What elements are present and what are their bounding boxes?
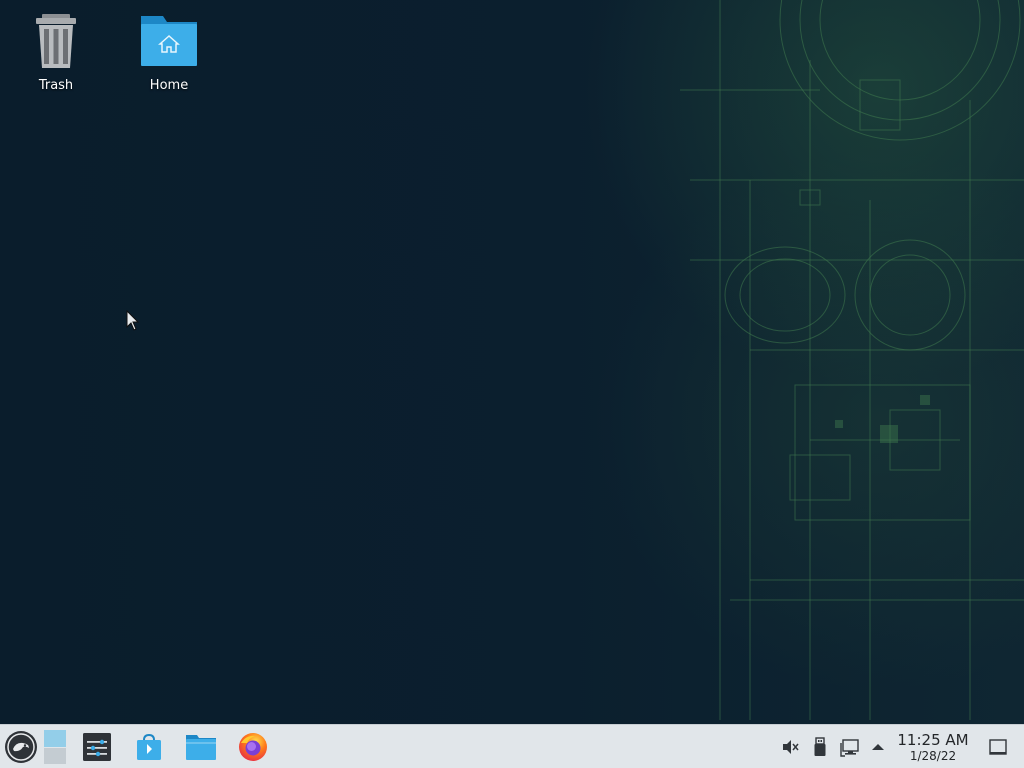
usb-device-icon[interactable] bbox=[810, 737, 830, 757]
wallpaper-blueprint-art bbox=[680, 0, 1024, 720]
firefox-icon bbox=[239, 733, 267, 761]
task-dolphin[interactable] bbox=[180, 725, 222, 768]
system-settings-icon bbox=[83, 733, 111, 761]
discover-store-icon bbox=[137, 733, 161, 760]
application-launcher-button[interactable] bbox=[2, 725, 40, 768]
taskbar-panel: 11:25 AM 1/28/22 bbox=[0, 724, 1024, 768]
task-firefox[interactable] bbox=[232, 725, 274, 768]
tray-expand-arrow-icon[interactable] bbox=[868, 737, 888, 757]
desktop-icon-trash[interactable]: Trash bbox=[6, 12, 106, 93]
desktop-icon-label: Home bbox=[149, 78, 189, 93]
desktop-icon-label: Trash bbox=[38, 78, 74, 93]
dolphin-file-manager-icon bbox=[186, 735, 216, 760]
mouse-pointer-icon bbox=[126, 310, 140, 331]
volume-muted-icon[interactable] bbox=[780, 737, 800, 757]
digital-clock[interactable]: 11:25 AM 1/28/22 bbox=[892, 731, 974, 763]
clock-time: 11:25 AM bbox=[897, 731, 969, 749]
network-wired-icon[interactable] bbox=[840, 737, 860, 757]
opensuse-logo-icon bbox=[5, 731, 37, 763]
task-discover[interactable] bbox=[128, 725, 170, 768]
clock-date: 1/28/22 bbox=[909, 749, 957, 763]
home-folder-icon bbox=[139, 12, 199, 72]
show-desktop-icon bbox=[989, 739, 1007, 755]
virtual-desktop-pager[interactable] bbox=[42, 725, 68, 768]
task-system-settings[interactable] bbox=[76, 725, 118, 768]
desktop-icon-home[interactable]: Home bbox=[119, 12, 219, 93]
virtual-desktop-pager-icon bbox=[44, 730, 66, 764]
trash-icon bbox=[26, 12, 86, 72]
desktop[interactable]: Trash Home bbox=[0, 0, 1024, 724]
show-desktop-button[interactable] bbox=[988, 737, 1008, 757]
